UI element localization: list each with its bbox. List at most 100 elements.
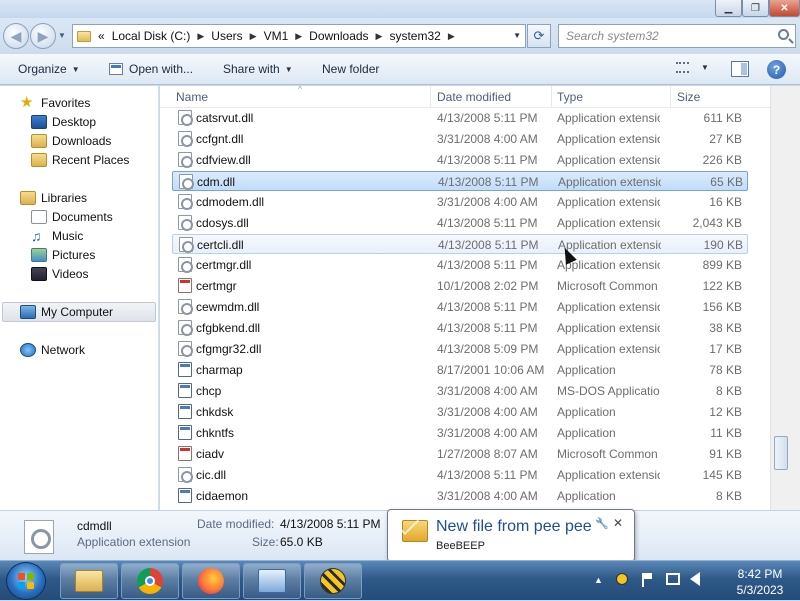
address-bar[interactable]: « Local Disk (C:) ▶ Users ▶ VM1 ▶ Downlo… [72, 24, 526, 48]
table-row[interactable]: ciadv 1/27/2008 8:07 AM Microsoft Common C… [172, 444, 748, 464]
share-with-button[interactable]: Share with ▼ [223, 62, 293, 76]
table-row[interactable]: cdmodem.dll 3/31/2008 4:00 AM Application … [172, 192, 748, 212]
breadcrumb-system32[interactable]: system32 [389, 29, 440, 43]
forward-button[interactable]: ▶ [30, 23, 56, 49]
file-name: cfgbkend.dll [196, 321, 261, 335]
sidebar-item-downloads[interactable]: Downloads [31, 134, 111, 148]
breadcrumb-separator[interactable]: ▶ [376, 31, 383, 42]
breadcrumb-vm1[interactable]: VM1 [264, 29, 289, 43]
sidebar-item-libraries[interactable]: Libraries [20, 191, 87, 205]
help-button[interactable]: ? [767, 60, 786, 79]
file-date-modified: 4/13/2008 5:09 PM [437, 342, 539, 356]
breadcrumb-separator[interactable]: ▶ [250, 31, 257, 42]
address-overflow-button[interactable]: « [98, 29, 105, 43]
table-row[interactable]: ccfgnt.dll 3/31/2008 4:00 AM Application e… [172, 129, 748, 149]
taskbar-beebeep[interactable] [304, 563, 362, 599]
table-row[interactable]: cdm.dll 4/13/2008 5:11 PM Application exte… [172, 171, 748, 191]
table-row[interactable]: cfgbkend.dll 4/13/2008 5:11 PM Application… [172, 318, 748, 338]
breadcrumb-separator[interactable]: ▶ [448, 31, 455, 42]
wrench-icon[interactable]: 🔧 [595, 517, 609, 530]
breadcrumb-downloads[interactable]: Downloads [309, 29, 368, 43]
sidebar-item-my-computer[interactable]: My Computer [20, 305, 113, 319]
network-icon[interactable] [666, 573, 680, 585]
dll-file-icon [178, 257, 193, 273]
breadcrumb-users[interactable]: Users [211, 29, 242, 43]
table-row[interactable]: cewmdm.dll 4/13/2008 5:11 PM Application e… [172, 297, 748, 317]
sidebar-item-favorites[interactable]: ★ Favorites [20, 95, 90, 110]
chevron-down-icon[interactable]: ▼ [701, 63, 709, 72]
breadcrumb-separator[interactable]: ▶ [295, 31, 302, 42]
table-row[interactable]: cfgmgr32.dll 4/13/2008 5:09 PM Application… [172, 339, 748, 359]
show-hidden-icons-button[interactable]: ▲ [594, 575, 603, 585]
table-row[interactable]: charmap 8/17/2001 10:06 AM Application 78 K… [172, 360, 748, 380]
start-button[interactable] [6, 562, 46, 600]
address-history-dropdown[interactable]: ▼ [513, 31, 521, 40]
recent-pages-button[interactable]: ▼ [58, 31, 66, 40]
column-divider[interactable] [551, 86, 552, 108]
sidebar-item-recent-places[interactable]: Recent Places [31, 153, 129, 167]
scrollbar-thumb[interactable] [774, 436, 788, 470]
open-with-button[interactable]: Open with... [109, 62, 193, 76]
column-header-date-modified[interactable]: Date modified [437, 90, 511, 104]
file-date-modified: 8/17/2001 10:06 AM [437, 363, 545, 377]
sidebar-item-documents[interactable]: Documents [31, 210, 113, 224]
taskbar-file-explorer[interactable] [60, 563, 118, 599]
column-header-size[interactable]: Size [677, 90, 700, 104]
taskbar-control-panel[interactable] [243, 563, 301, 599]
table-row[interactable]: chkntfs 3/31/2008 4:00 AM Application 11 KB [172, 423, 748, 443]
column-header-type[interactable]: Type [557, 90, 583, 104]
flag-icon[interactable] [642, 573, 652, 587]
maximize-button[interactable]: ❐ [742, 0, 769, 17]
organize-label: Organize [18, 62, 67, 76]
search-input[interactable] [566, 25, 766, 47]
refresh-button[interactable]: ⟳ [527, 24, 551, 48]
file-type: Application [557, 489, 616, 503]
table-row[interactable]: chkdsk 3/31/2008 4:00 AM Application 12 KB [172, 402, 748, 422]
chevron-down-icon: ▼ [71, 64, 80, 74]
sidebar-item-pictures[interactable]: Pictures [31, 248, 95, 262]
file-size: 38 KB [709, 321, 742, 335]
organize-button[interactable]: Organize ▼ [18, 62, 80, 76]
close-button[interactable]: ✕ [769, 0, 800, 17]
minimize-button[interactable]: ▁ [715, 0, 742, 17]
preview-pane-button[interactable] [731, 61, 749, 77]
taskbar-firefox[interactable] [182, 563, 240, 599]
dll-file-icon [179, 237, 194, 253]
details-date-label: Date modified: [197, 517, 275, 531]
table-row[interactable]: cdosys.dll 4/13/2008 5:11 PM Application e… [172, 213, 748, 233]
breadcrumb-separator[interactable]: ▶ [197, 31, 204, 42]
breadcrumb-local-disk[interactable]: Local Disk (C:) [112, 29, 191, 43]
clock-time[interactable]: 8:42 PM [730, 567, 790, 581]
column-divider[interactable] [430, 86, 431, 108]
column-divider[interactable] [670, 86, 671, 108]
change-view-button[interactable]: ▼ [676, 62, 709, 73]
sidebar-item-videos[interactable]: Videos [31, 267, 88, 281]
sidebar-item-music[interactable]: ♫ Music [31, 229, 83, 243]
file-size: 91 KB [709, 447, 742, 461]
table-row[interactable]: chcp 3/31/2008 4:00 AM MS-DOS Application 8… [172, 381, 748, 401]
file-type: Application extension [557, 321, 660, 335]
notification-balloon[interactable]: New file from pee pee BeeBEEP 🔧 ✕ [387, 509, 635, 562]
new-folder-button[interactable]: New folder [322, 62, 379, 76]
table-row[interactable]: certcli.dll 4/13/2008 5:11 PM Application … [172, 234, 748, 254]
search-box[interactable] [558, 24, 796, 48]
clock-date[interactable]: 5/3/2023 [730, 583, 790, 597]
column-header-name[interactable]: Name [176, 90, 208, 104]
table-row[interactable]: certmgr 10/1/2008 2:02 PM Microsoft Common… [172, 276, 748, 296]
vertical-scrollbar[interactable] [770, 86, 800, 510]
sidebar-item-desktop[interactable]: Desktop [31, 115, 96, 129]
taskbar-chrome[interactable] [121, 563, 179, 599]
table-row[interactable]: catsrvut.dll 4/13/2008 5:11 PM Application… [172, 108, 748, 128]
file-type: Application extension [558, 238, 661, 252]
table-row[interactable]: cidaemon 3/31/2008 4:00 AM Application 8 KB [172, 486, 748, 506]
notification-close-button[interactable]: ✕ [613, 516, 623, 530]
sidebar-item-network[interactable]: Network [20, 343, 85, 357]
table-row[interactable]: certmgr.dll 4/13/2008 5:11 PM Application … [172, 255, 748, 275]
search-icon[interactable] [778, 29, 789, 40]
table-row[interactable]: cic.dll 4/13/2008 5:11 PM Application exte… [172, 465, 748, 485]
table-row[interactable]: cdfview.dll 4/13/2008 5:11 PM Application … [172, 150, 748, 170]
volume-icon[interactable] [690, 572, 700, 586]
open-with-icon [109, 63, 123, 75]
beebeep-tray-icon[interactable] [616, 573, 628, 585]
back-button[interactable]: ◀ [3, 23, 29, 49]
